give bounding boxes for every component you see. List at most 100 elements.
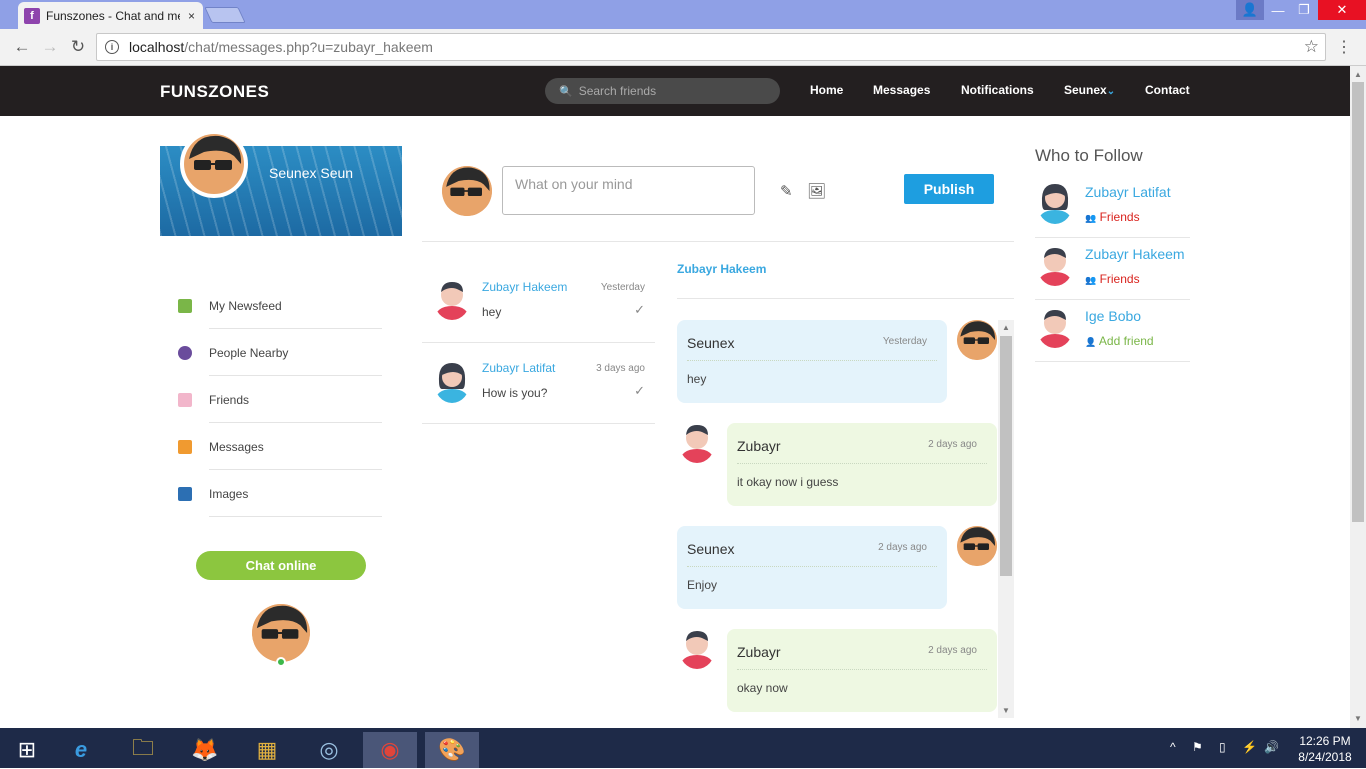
profile-avatar[interactable] — [180, 130, 248, 198]
conversation-item[interactable]: Zubayr Hakeem Yesterday hey ✓ — [422, 262, 655, 343]
conversation-preview: How is you? — [482, 386, 548, 400]
male-avatar-icon[interactable] — [1037, 246, 1073, 286]
sidebar-item-messages[interactable]: Messages — [178, 423, 382, 470]
follow-name[interactable]: Ige Bobo — [1085, 308, 1141, 324]
female-avatar-icon[interactable] — [1037, 182, 1073, 224]
internet-explorer-icon[interactable]: e — [54, 732, 108, 768]
user-profile-icon[interactable]: 👤 — [1236, 0, 1264, 20]
status-label: Friends — [1099, 210, 1140, 224]
message-text: Enjoy — [687, 578, 718, 592]
scroll-down-arrow-icon[interactable]: ▼ — [1354, 714, 1362, 723]
divider — [209, 516, 382, 517]
camera-icon[interactable]: ◎ — [302, 732, 356, 768]
address-bar[interactable]: i localhost/chat/messages.php?u=zubayr_h… — [96, 33, 1326, 61]
restore-button[interactable]: ❐ — [1290, 0, 1318, 20]
system-clock[interactable]: 12:26 PM 8/24/2018 — [1295, 733, 1355, 765]
male-avatar-icon — [679, 423, 715, 463]
browser-menu-icon[interactable]: ⋮ — [1336, 37, 1352, 57]
calculator-icon[interactable]: ▦ — [240, 732, 294, 768]
online-user-avatar[interactable] — [252, 604, 310, 662]
nav-messages[interactable]: Messages — [873, 83, 930, 97]
firefox-icon[interactable]: 🦊 — [178, 732, 232, 768]
composer-avatar — [442, 166, 492, 216]
close-window-button[interactable]: ✕ — [1318, 0, 1366, 20]
sidebar-item-my-newsfeed[interactable]: My Newsfeed — [178, 282, 382, 329]
online-status-dot — [276, 657, 286, 667]
new-tab-button[interactable] — [204, 7, 246, 23]
nav-user-dropdown[interactable]: Seunex⌄ — [1064, 83, 1115, 97]
reload-icon[interactable]: ↻ — [66, 35, 90, 59]
people-icon — [178, 345, 192, 360]
page-scrollbar-thumb[interactable] — [1352, 82, 1364, 522]
minimize-button[interactable]: — — [1264, 0, 1292, 20]
edit-icon[interactable]: ✎ — [780, 182, 793, 200]
message-time: 2 days ago — [878, 542, 927, 553]
post-composer-input[interactable]: What on your mind — [502, 166, 755, 215]
conversation-name: Zubayr Hakeem — [482, 280, 568, 294]
browser-tab[interactable]: f Funszones - Chat and me × — [18, 2, 203, 29]
network-icon[interactable]: ⚡ — [1242, 740, 1257, 754]
divider — [687, 360, 937, 361]
tab-close-icon[interactable]: × — [188, 9, 195, 23]
divider — [737, 669, 987, 670]
divider — [422, 241, 1014, 242]
nav-home[interactable]: Home — [810, 83, 843, 97]
chat-header-name[interactable]: Zubayr Hakeem — [677, 262, 766, 276]
bookmark-star-icon[interactable]: ☆ — [1304, 37, 1319, 57]
conversation-item[interactable]: Zubayr Latifat 3 days ago How is you? ✓ — [422, 343, 655, 424]
paint-icon[interactable]: 🎨 — [425, 732, 479, 768]
nav-notifications[interactable]: Notifications — [961, 83, 1034, 97]
message-scrollbar[interactable]: ▲ ▼ — [998, 320, 1014, 718]
sidebar-item-people-nearby[interactable]: People Nearby — [178, 329, 382, 376]
sidebar-item-friends[interactable]: Friends — [178, 376, 382, 423]
chat-online-button[interactable]: Chat online — [196, 551, 366, 580]
divider — [737, 463, 987, 464]
follow-name[interactable]: Zubayr Hakeem — [1085, 246, 1185, 262]
message-bubble-received: Zubayr 2 days ago it okay now i guess — [727, 423, 997, 506]
checkmark-icon: ✓ — [634, 383, 645, 398]
message-bubble-sent: Seunex Yesterday hey — [677, 320, 947, 403]
forward-icon[interactable]: → — [38, 35, 62, 59]
page-scrollbar[interactable]: ▲ ▼ — [1350, 66, 1366, 728]
male-avatar-icon[interactable] — [1037, 308, 1073, 348]
message-scrollbar-thumb[interactable] — [1000, 336, 1012, 576]
follow-suggestion: Zubayr Latifat 👥 Friends — [1035, 176, 1190, 238]
add-friend-button[interactable]: 👤 Add friend — [1085, 334, 1154, 348]
image-upload-icon[interactable]: 🖼 — [807, 182, 826, 200]
follow-name[interactable]: Zubayr Latifat — [1085, 184, 1171, 200]
friends-icon — [178, 392, 192, 407]
message-text: okay now — [737, 681, 788, 695]
scroll-up-arrow-icon[interactable]: ▲ — [1002, 323, 1010, 332]
follow-suggestion: Zubayr Hakeem 👥 Friends — [1035, 238, 1190, 300]
newsfeed-icon — [178, 298, 192, 313]
tray-chevron-icon[interactable]: ^ — [1170, 740, 1176, 754]
search-placeholder: Search friends — [578, 84, 657, 98]
search-friends-input[interactable]: 🔍 Search friends — [545, 78, 780, 104]
male-avatar-icon — [679, 629, 715, 669]
friends-status[interactable]: 👥 Friends — [1085, 210, 1140, 224]
checkmark-icon: ✓ — [634, 302, 645, 317]
sender-avatar — [957, 320, 997, 360]
battery-icon[interactable]: ▯ — [1219, 740, 1226, 754]
action-center-flag-icon[interactable]: ⚑ — [1192, 740, 1203, 754]
back-icon[interactable]: ← — [10, 35, 34, 59]
volume-icon[interactable]: 🔊 — [1264, 740, 1279, 754]
friends-status[interactable]: 👥 Friends — [1085, 272, 1140, 286]
chrome-icon[interactable]: ◉ — [363, 732, 417, 768]
brand-logo[interactable]: FUNSZONES — [160, 82, 269, 102]
scroll-down-arrow-icon[interactable]: ▼ — [1002, 706, 1010, 715]
site-info-icon[interactable]: i — [105, 40, 119, 54]
status-label: Friends — [1099, 272, 1140, 286]
nav-contact[interactable]: Contact — [1145, 83, 1190, 97]
publish-button[interactable]: Publish — [904, 174, 994, 204]
scroll-up-arrow-icon[interactable]: ▲ — [1354, 70, 1362, 79]
status-label: Add friend — [1098, 334, 1154, 348]
message-thread: Seunex Yesterday hey Zubayr 2 days ago i… — [677, 320, 997, 728]
sidebar-item-images[interactable]: Images — [178, 470, 382, 517]
profile-name[interactable]: Seunex Seun — [269, 165, 353, 181]
tab-title: Funszones - Chat and me — [46, 8, 180, 23]
message-sender: Seunex — [687, 335, 735, 351]
windows-start-icon[interactable]: ⊞ — [0, 732, 54, 768]
image-icon — [178, 486, 192, 501]
file-explorer-icon[interactable]: 🗀 — [116, 732, 170, 768]
